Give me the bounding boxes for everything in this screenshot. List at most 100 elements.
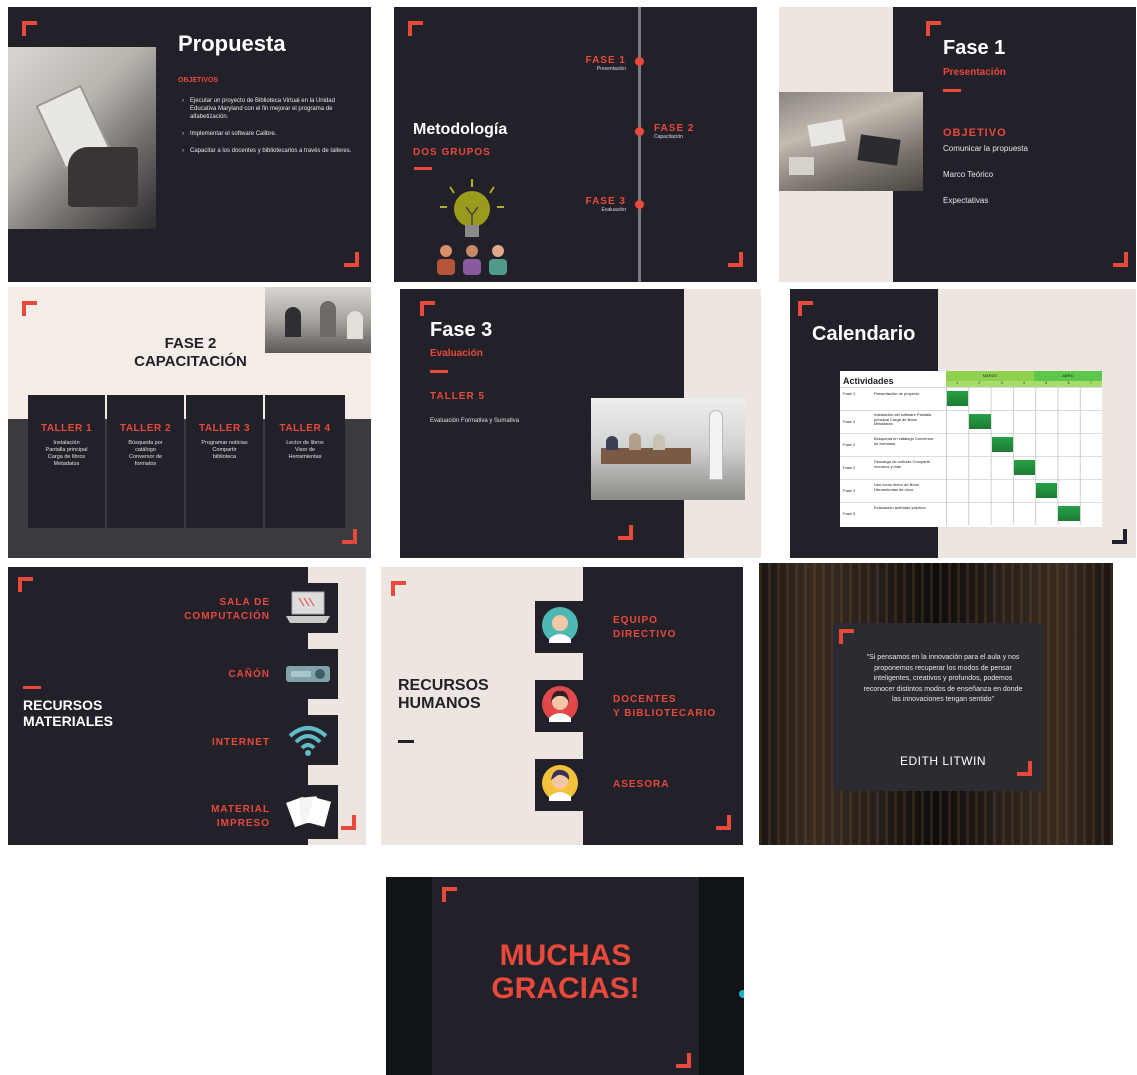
slide-fase1[interactable]: Fase 1 Presentación OBJETIVO Comunicar l… xyxy=(779,7,1136,282)
avatar xyxy=(542,765,578,801)
gantt-bar xyxy=(969,414,991,429)
timeline-dot xyxy=(635,127,644,136)
accent-bar xyxy=(943,89,961,92)
slide-recursos-humanos[interactable]: RECURSOS HUMANOS EQUIPO DIRECTIVO DOCENTES… xyxy=(381,567,743,845)
gantt-row: Fase 2 Búsqueda en catálogo Conversor de … xyxy=(840,433,946,456)
objective-item: Marco Teórico xyxy=(943,170,994,179)
section-label: TALLER 5 xyxy=(430,391,486,402)
section-label: OBJETIVOS xyxy=(178,77,219,84)
resource-label: SALA DE COMPUTACIÓN xyxy=(184,597,270,622)
corner-mark xyxy=(341,815,356,830)
wifi-icon xyxy=(288,726,328,756)
slide-propuesta[interactable]: Propuesta OBJETIVOS › Ejecutar un proyect… xyxy=(8,7,371,282)
slide-gracias[interactable]: MUCHAS GRACIAS! xyxy=(386,877,744,1075)
gantt-month: ABRIL xyxy=(1034,371,1102,381)
gantt-month: MARZO xyxy=(946,371,1034,381)
taller-card: TALLER 3 Programar noticias Compartir bibl… xyxy=(186,395,263,528)
resource-label: DOCENTES Y BIBLIOTECARIO xyxy=(613,694,717,719)
taller-card: TALLER 4 Lector de libros Visor de Herrami… xyxy=(265,395,345,528)
timeline-line xyxy=(638,7,641,282)
printed-material-icon xyxy=(286,796,332,828)
slide-subtitle: Evaluación xyxy=(430,348,483,359)
gantt-grid xyxy=(946,387,1102,525)
resource-label: ASESORA xyxy=(613,779,670,790)
corner-mark xyxy=(1017,761,1032,776)
slide-calendario[interactable]: Calendario Actividades MARZO ABRIL 12345… xyxy=(790,289,1136,558)
slide-title: Fase 3 xyxy=(430,319,493,341)
gantt-row: Fase 2 Descarga de noticias Compartir rec… xyxy=(840,456,946,479)
bullet-item: › Capacitar a los docentes y bibliotecari… xyxy=(182,148,352,154)
lightbulb-icon xyxy=(437,179,507,275)
corner-mark xyxy=(344,252,359,267)
timeline-dot xyxy=(635,200,644,209)
slide-metodologia[interactable]: Metodología DOS GRUPOS FASE 1 Presentaci… xyxy=(394,7,757,282)
corner-mark xyxy=(716,815,731,830)
corner-mark xyxy=(22,301,37,316)
section-label: OBJETIVO xyxy=(943,127,1007,139)
slide-title: RECURSOS HUMANOS xyxy=(398,677,489,712)
resource-label: MATERIAL IMPRESO xyxy=(211,804,270,829)
phase-1: FASE 1 Presentación xyxy=(585,55,626,72)
laptop-icon xyxy=(286,591,330,623)
corner-mark xyxy=(391,581,406,596)
gantt-table: Actividades MARZO ABRIL 1234567 Fase 1 Pr… xyxy=(840,371,1102,527)
taller-card: TALLER 1 Instalación Pantalla principal Ca… xyxy=(28,395,105,528)
slide-title: Propuesta xyxy=(178,31,286,56)
thanks-text: MUCHAS GRACIAS! xyxy=(491,939,640,1005)
slide-subtitle: Presentación xyxy=(943,67,1006,78)
resource-label: EQUIPO DIRECTIVO xyxy=(613,615,677,640)
corner-mark xyxy=(342,529,357,544)
slide-fase2[interactable]: FASE 2 CAPACITACIÓN TALLER 1 Instalación… xyxy=(8,287,371,558)
slide-fase3[interactable]: Fase 3 Evaluación TALLER 5 Evaluación Fo… xyxy=(400,289,761,558)
slide-recursos-materiales[interactable]: RECURSOS MATERIALES SALA DE COMPUTACIÓN CA… xyxy=(8,567,366,845)
meeting-photo xyxy=(591,398,745,500)
avatar xyxy=(542,686,578,722)
avatar xyxy=(542,607,578,643)
gantt-row: Fase 3 Evaluación actividad práctica xyxy=(840,502,946,525)
tablet-photo xyxy=(8,47,156,229)
slide-title: Metodología xyxy=(413,121,508,138)
slide-subtitle: DOS GRUPOS xyxy=(413,147,491,158)
corner-mark xyxy=(839,629,854,644)
gantt-row: Fase 2 Instalación del software Pantalla … xyxy=(840,410,946,433)
corner-mark xyxy=(676,1053,691,1068)
gantt-bar xyxy=(991,437,1013,452)
meeting-photo xyxy=(779,92,923,191)
gantt-header: Actividades xyxy=(843,376,894,386)
gantt-row: Fase 2 Uso como lector de libros Herramie… xyxy=(840,479,946,502)
objective-item: Expectativas xyxy=(943,196,989,205)
objective-item: Comunicar la propuesta xyxy=(943,144,1028,153)
timeline-dot xyxy=(635,57,644,66)
corner-mark xyxy=(1112,529,1127,544)
office-photo xyxy=(265,287,371,353)
corner-mark xyxy=(728,252,743,267)
cursor-dot xyxy=(739,990,744,998)
section-desc: Evaluación Formativa y Sumativa xyxy=(430,418,520,424)
gantt-bar xyxy=(947,391,969,406)
slide-cita[interactable]: "Si pensamos en la innovación para el au… xyxy=(759,563,1113,845)
accent-bar xyxy=(414,167,432,170)
quote-text: "Si pensamos en la innovación para el au… xyxy=(863,654,1023,703)
slide-title: Calendario xyxy=(812,323,916,345)
bullet-item: › Implementar el software Calibre. xyxy=(182,131,277,137)
phase-3: FASE 3 Evaluación xyxy=(585,196,626,213)
corner-mark xyxy=(442,887,457,902)
corner-mark xyxy=(22,21,37,36)
bullet-list: › Ejecutar un proyecto de Biblioteca Virt… xyxy=(182,97,352,155)
gantt-bar xyxy=(1058,506,1080,521)
accent-bar xyxy=(398,740,414,743)
taller-card: TALLER 2 Búsqueda por catálogo Conversor d… xyxy=(107,395,184,528)
corner-mark xyxy=(798,301,813,316)
slide-title: Fase 1 xyxy=(943,37,1006,59)
slide-title: FASE 2 CAPACITACIÓN xyxy=(134,335,247,370)
corner-mark xyxy=(408,21,423,36)
corner-mark xyxy=(18,577,33,592)
quote-author: EDITH LITWIN xyxy=(900,754,986,768)
gantt-row: Fase 1 Presentación de proyecto xyxy=(840,387,946,410)
resource-label: INTERNET xyxy=(212,737,270,748)
corner-mark xyxy=(618,525,633,540)
bullet-item: › Ejecutar un proyecto de Biblioteca Virt… xyxy=(182,98,335,120)
corner-mark xyxy=(420,301,435,316)
accent-bar xyxy=(430,370,448,373)
corner-mark xyxy=(926,21,941,36)
